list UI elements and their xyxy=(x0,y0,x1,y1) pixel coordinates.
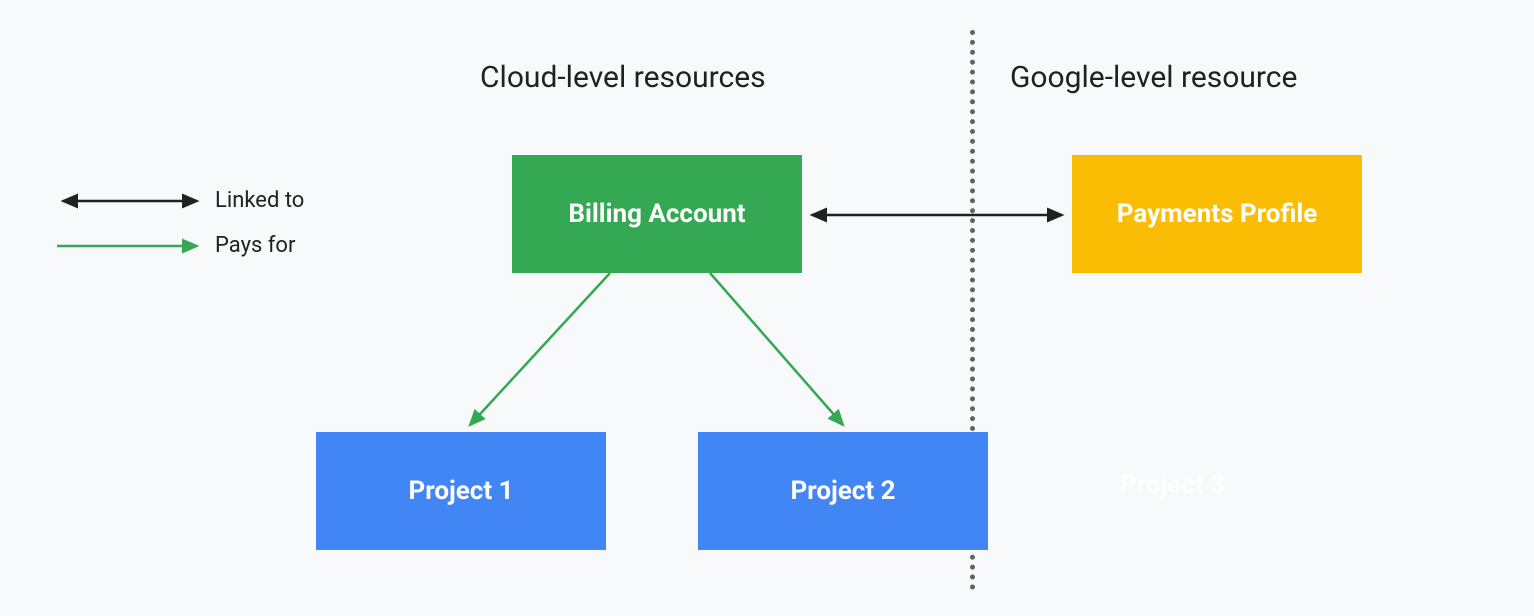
project-3-ghost: Project 3 xyxy=(1120,470,1225,500)
payments-profile-box: Payments Profile xyxy=(1072,155,1362,273)
connector-billing-payments xyxy=(802,200,1072,230)
project-2-box: Project 2 xyxy=(698,432,988,550)
project-1-box: Project 1 xyxy=(316,432,606,550)
heading-google-level: Google-level resource xyxy=(1010,60,1297,95)
legend-label-linked-to: Linked to xyxy=(215,188,304,213)
legend-label-pays-for: Pays for xyxy=(215,233,295,258)
connector-billing-project1 xyxy=(460,273,620,433)
legend-arrow-bidirectional-icon xyxy=(55,189,205,213)
legend-row-pays-for: Pays for xyxy=(55,233,304,258)
billing-account-box: Billing Account xyxy=(512,155,802,273)
legend-row-linked-to: Linked to xyxy=(55,188,304,213)
connector-billing-project2 xyxy=(700,273,860,433)
legend: Linked to Pays for xyxy=(55,188,304,278)
legend-arrow-unidirectional-icon xyxy=(55,234,205,258)
heading-cloud-level: Cloud-level resources xyxy=(480,60,766,95)
